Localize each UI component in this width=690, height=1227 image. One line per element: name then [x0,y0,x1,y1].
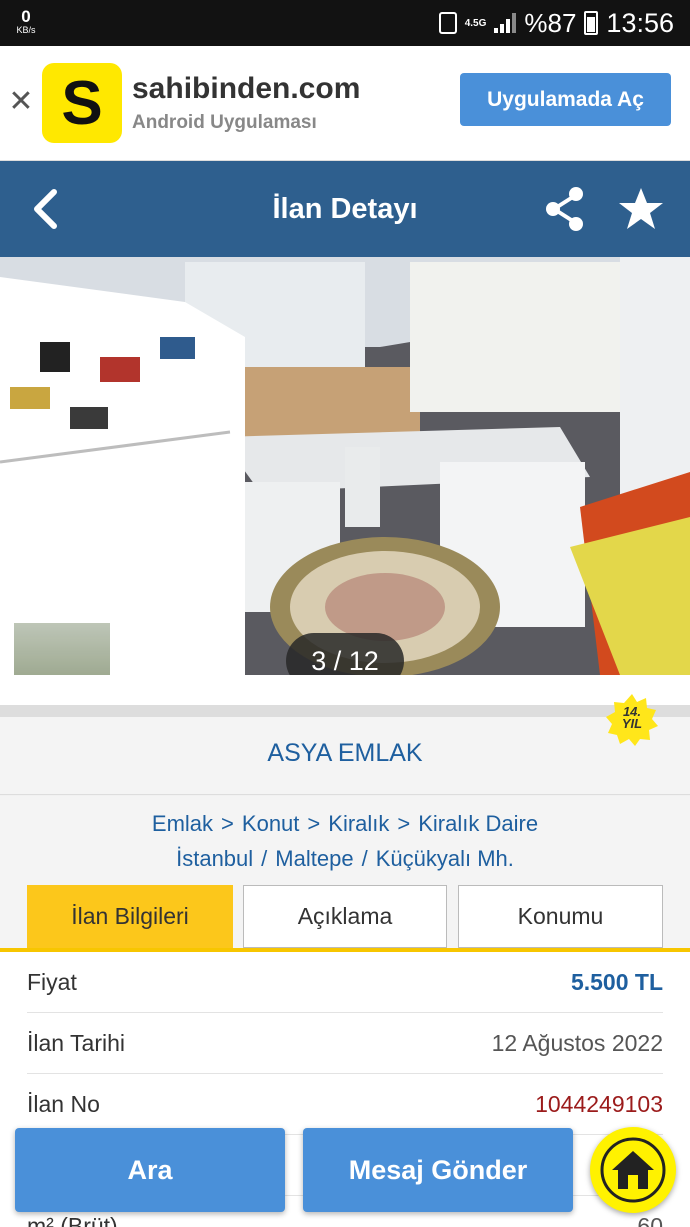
info-label: m² (Brüt) [27,1213,118,1227]
tab-listing-info[interactable]: İlan Bilgileri [27,885,233,948]
status-bar: 0 KB/s 4.5G %87 13:56 [0,0,690,46]
call-button[interactable]: Ara [15,1128,285,1212]
favorite-button[interactable] [614,183,668,235]
location-separator: / [261,846,268,871]
breadcrumb-link[interactable]: Konut [242,811,300,837]
tab-location[interactable]: Konumu [458,885,663,948]
network-type: 4.5G [464,17,487,29]
location-link[interactable]: Maltepe [275,846,353,872]
star-icon [619,188,663,229]
breadcrumb-separator: > [307,811,321,836]
clock: 13:56 [606,7,674,38]
info-row-date: İlan Tarihi 12 Ağustos 2022 [27,1013,663,1074]
breadcrumb-separator: > [221,811,234,836]
back-button[interactable] [20,183,70,235]
tab-description[interactable]: Açıklama [243,885,447,948]
divider [0,705,690,717]
open-in-app-button[interactable]: Uygulamada Aç [460,73,671,126]
battery-percent: %87 [524,7,577,38]
info-label: İlan No [27,1091,100,1117]
home-button[interactable] [590,1127,676,1213]
listing-photo [0,257,690,675]
badge-text: 14. YIL [605,705,659,731]
breadcrumb-link[interactable]: Kiralık Daire [418,811,538,837]
network-speed-value: 0 [21,7,31,26]
app-name: sahibinden.com [132,72,361,105]
area-value: 60 [637,1213,663,1227]
info-label: İlan Tarihi [27,1030,126,1056]
chevron-left-icon [34,189,57,229]
date-value: 12 Ağustos 2022 [491,1030,663,1056]
years-badge: 14. YIL [605,693,659,747]
badge-unit: YIL [621,716,643,731]
close-icon[interactable]: ✕ [8,84,34,120]
location-link[interactable]: İstanbul [176,846,253,872]
photo-gallery[interactable]: 3 / 12 [0,257,690,675]
listing-id-value: 1044249103 [535,1091,663,1117]
network-speed-unit: KB/s [16,25,36,35]
photo-counter: 3 / 12 [286,633,404,675]
share-icon [546,187,583,231]
breadcrumb-link[interactable]: Kiralık [328,811,389,837]
recycle-icon [438,12,457,34]
gallery-spacer [0,675,690,705]
signal-icon [494,13,517,33]
thumbnail-preview[interactable] [13,622,111,675]
app-logo: S [42,63,122,143]
battery-icon [584,11,599,35]
location-link[interactable]: Küçükyalı Mh. [376,846,514,872]
category-breadcrumb: Emlak > Konut > Kiralık > Kiralık Daire [0,811,690,837]
info-label: Fiyat [27,969,77,995]
app-install-banner: ✕ S sahibinden.com Android Uygulaması Uy… [0,46,690,161]
breadcrumb-separator: > [397,811,411,836]
top-navigation-bar: İlan Detayı [0,161,690,257]
info-row-id: İlan No 1044249103 [27,1074,663,1135]
share-button[interactable] [540,183,590,235]
location-separator: / [361,846,368,871]
detail-tabs: İlan Bilgileri Açıklama Konumu [0,884,690,952]
app-subtitle: Android Uygulaması [132,112,317,133]
price-value: 5.500 TL [570,969,663,995]
status-icons: 4.5G %87 13:56 [438,0,674,46]
location-breadcrumb: İstanbul / Maltepe / Küçükyalı Mh. [0,846,690,872]
home-icon [600,1137,666,1203]
store-section: ASYA EMLAK 14. YIL [0,694,690,795]
breadcrumb-link[interactable]: Emlak [152,811,213,837]
store-name-link[interactable]: ASYA EMLAK [0,739,690,768]
breadcrumb: Emlak > Konut > Kiralık > Kiralık Daire … [0,796,690,884]
info-row-price: Fiyat 5.500 TL [27,952,663,1013]
send-message-button[interactable]: Mesaj Gönder [303,1128,573,1212]
network-speed: 0 KB/s [10,8,42,35]
